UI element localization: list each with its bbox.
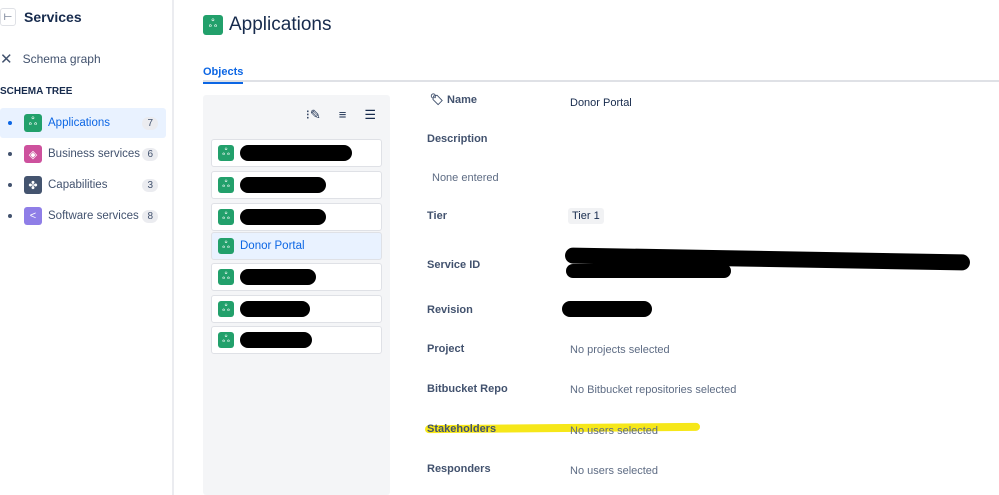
name-label: 🏷 Name — [430, 93, 477, 106]
redacted-revision — [562, 301, 652, 317]
tab-objects[interactable]: Objects — [203, 66, 244, 84]
sidebar-item-software-services[interactable]: < Software services 8 — [0, 201, 166, 231]
bitbucket-label: Bitbucket Repo — [427, 383, 508, 395]
list-view-icon[interactable]: ☰ — [364, 107, 376, 123]
name-value[interactable]: Donor Portal — [570, 97, 632, 109]
sidebar-item-label: Applications — [48, 117, 111, 129]
sidebar: ⊢ Services ✕ Schema graph SCHEMA TREE ஃ … — [0, 0, 174, 495]
list-item-selected[interactable]: ஃ Donor Portal — [211, 232, 382, 260]
services-title: Services — [24, 9, 82, 25]
stakeholders-label: Stakeholders — [427, 423, 497, 435]
filter-icon[interactable]: ≡ — [339, 107, 347, 123]
sidebar-item-capabilities[interactable]: ✤ Capabilities 3 — [0, 170, 166, 200]
schema-tree-heading: SCHEMA TREE — [0, 86, 73, 97]
tier-label: Tier — [427, 210, 447, 222]
redacted-text — [240, 301, 310, 317]
description-label: Description — [427, 133, 488, 145]
tier-lozenge: Tier 1 — [568, 208, 604, 224]
capabilities-icon: ✤ — [24, 176, 42, 194]
services-header[interactable]: ⊢ Services — [0, 8, 82, 26]
page-title-text: Applications — [229, 14, 332, 35]
list-item[interactable]: ஃ — [211, 139, 382, 167]
tier-value[interactable]: Tier 1 — [568, 208, 604, 224]
applications-icon: ஃ — [218, 209, 234, 225]
software-services-icon: < — [24, 207, 42, 225]
applications-icon: ஃ — [218, 332, 234, 348]
service-id-label: Service ID — [427, 259, 481, 271]
page-title: ஃ Applications — [203, 14, 331, 36]
list-item[interactable]: ஃ — [211, 295, 382, 323]
applications-icon: ஃ — [218, 238, 234, 254]
stakeholders-value[interactable]: No users selected — [570, 425, 658, 437]
sidebar-item-label: Capabilities — [48, 179, 108, 191]
schema-graph-link[interactable]: ✕ Schema graph — [0, 50, 101, 68]
applications-icon: ஃ — [218, 301, 234, 317]
bitbucket-value[interactable]: No Bitbucket repositories selected — [570, 384, 736, 396]
redacted-text — [240, 209, 326, 225]
list-item[interactable]: ஃ — [211, 203, 382, 231]
responders-value[interactable]: No users selected — [570, 465, 658, 477]
applications-icon: ஃ — [218, 177, 234, 193]
sidebar-item-applications[interactable]: ஃ Applications 7 — [0, 108, 166, 138]
applications-icon: ஃ — [24, 114, 42, 132]
count-badge: 6 — [142, 147, 158, 161]
tabs: Objects — [203, 62, 999, 84]
object-name: Donor Portal — [240, 240, 305, 252]
list-item[interactable]: ஃ — [211, 263, 382, 291]
applications-icon: ஃ — [203, 15, 223, 35]
bullet-icon — [8, 214, 12, 218]
bullet-icon — [8, 152, 12, 156]
tag-icon: 🏷 — [430, 94, 444, 106]
count-badge: 3 — [142, 178, 158, 192]
graph-icon: ✕ — [0, 51, 13, 68]
description-value[interactable]: None entered — [432, 172, 499, 184]
bullet-icon — [8, 121, 12, 125]
project-label: Project — [427, 343, 465, 355]
list-item[interactable]: ஃ — [211, 171, 382, 199]
list-item[interactable]: ஃ — [211, 326, 382, 354]
toolbar: ⁝✎ ≡ ☰ — [306, 107, 376, 123]
project-value[interactable]: No projects selected — [570, 344, 670, 356]
applications-icon: ஃ — [218, 269, 234, 285]
revision-label: Revision — [427, 304, 473, 316]
business-services-icon: ◈ — [24, 145, 42, 163]
count-badge: 8 — [142, 209, 158, 223]
hierarchy-icon: ⊢ — [0, 8, 16, 26]
schema-graph-label: Schema graph — [22, 52, 101, 66]
redacted-text — [240, 145, 352, 161]
bullet-icon — [8, 183, 12, 187]
sidebar-item-label: Software services — [48, 210, 139, 222]
redacted-text — [240, 332, 312, 348]
responders-label: Responders — [427, 463, 491, 475]
sidebar-item-business-services[interactable]: ◈ Business services 6 — [0, 139, 166, 169]
redacted-text — [240, 269, 316, 285]
object-list-panel: ⁝✎ ≡ ☰ ஃ ஃ ஃ ஃ Donor Portal ஃ ஃ ஃ — [203, 95, 390, 495]
sidebar-item-label: Business services — [48, 148, 141, 160]
redacted-text — [240, 177, 326, 193]
applications-icon: ஃ — [218, 145, 234, 161]
redacted-service-id-line2 — [566, 264, 731, 278]
name-label-text: Name — [447, 94, 477, 106]
count-badge: 7 — [142, 116, 158, 130]
edit-columns-icon[interactable]: ⁝✎ — [306, 107, 321, 123]
